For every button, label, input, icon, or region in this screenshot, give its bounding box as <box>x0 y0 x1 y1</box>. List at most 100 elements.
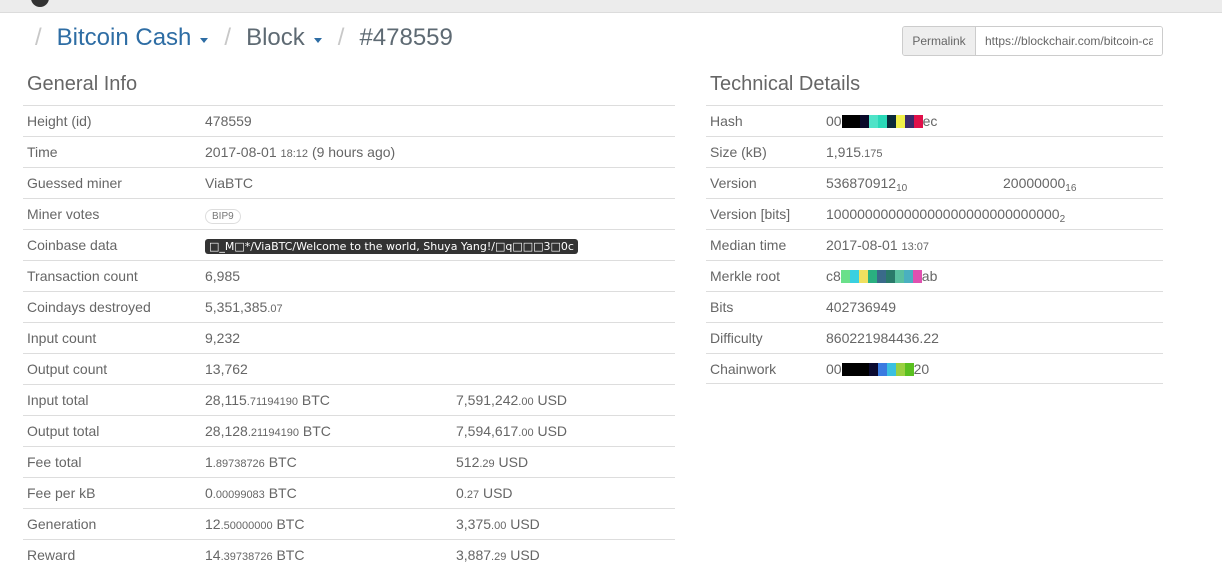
hash-color-block <box>868 362 878 376</box>
merkle-color-blocks <box>840 269 922 283</box>
hash-color-block <box>859 114 869 128</box>
hash-color-block <box>886 114 896 128</box>
row-label: Miner votes <box>27 206 100 222</box>
time-clock: 18:12 <box>280 148 309 160</box>
general-info-table: Height (id) 478559 Time 2017-08-01 18:12… <box>23 105 675 567</box>
usd-dec: .00 <box>518 396 534 408</box>
table-row: Fee per kB 0.00099083 BTC 0.27 USD <box>23 477 675 508</box>
btc-value: 28,128.21194190 BTC <box>205 423 331 439</box>
row-label: Coinbase data <box>27 237 118 253</box>
hash-color-block <box>850 114 860 128</box>
btc-int: 1 <box>205 454 213 470</box>
row-label: Median time <box>710 237 787 253</box>
hash-color-block <box>849 269 859 283</box>
hash-color-block <box>904 114 914 128</box>
table-row: Difficulty 860221984436.22 <box>706 322 1163 353</box>
version-bits-digits: 100000000000000000000000000000 <box>826 206 1060 222</box>
table-row: Guessed miner ViaBTC <box>23 167 675 198</box>
output-count-value: 13,762 <box>205 361 248 377</box>
permalink-group: Permalink <box>902 26 1163 56</box>
row-label: Output count <box>27 361 108 377</box>
table-row: Input total 28,115.71194190 BTC 7,591,24… <box>23 384 675 415</box>
table-row: Coinbase data □_M□*/ViaBTC/Welcome to th… <box>23 229 675 260</box>
table-row: Transaction count 6,985 <box>23 260 675 291</box>
coindays-int: 5,351,385 <box>205 299 268 315</box>
coindays-dec: .07 <box>267 303 283 315</box>
btc-dec: .21194190 <box>247 427 300 439</box>
breadcrumb-separator: / <box>337 24 345 51</box>
size-dec: .175 <box>861 148 883 160</box>
time-value: 2017-08-01 18:12 (9 hours ago) <box>205 144 395 160</box>
hash-color-block <box>912 269 922 283</box>
technical-details-heading: Technical Details <box>710 73 861 95</box>
hash-color-block <box>895 114 905 128</box>
row-label: Coindays destroyed <box>27 299 151 315</box>
usd-unit: USD <box>498 454 529 470</box>
row-label: Version <box>710 175 757 191</box>
hash-suffix: ec <box>922 113 938 129</box>
hash-color-block <box>913 114 923 128</box>
table-row: Version 53687091210 2000000016 <box>706 167 1163 198</box>
time-date: 2017-08-01 <box>205 144 277 160</box>
row-label: Height (id) <box>27 113 92 129</box>
coin-dropdown[interactable]: Bitcoin Cash <box>57 24 209 52</box>
btc-dec: .89738726 <box>212 458 265 470</box>
usd-value: 512.29 USD <box>456 454 528 470</box>
usd-int: 7,591,242 <box>456 392 519 408</box>
usd-int: 512 <box>456 454 480 470</box>
hash-color-block <box>877 114 887 128</box>
table-row: Generation 12.50000000 BTC 3,375.00 USD <box>23 508 675 539</box>
btc-dec: .71194190 <box>246 396 298 408</box>
version-decimal: 53687091210 <box>826 175 907 194</box>
usd-int: 0 <box>456 485 464 501</box>
chevron-down-icon <box>200 37 209 43</box>
usd-unit: USD <box>537 392 568 408</box>
btc-int: 28,115 <box>205 392 247 408</box>
chainwork-value[interactable]: 00 20 <box>826 361 929 377</box>
btc-int: 14 <box>205 547 221 563</box>
hash-color-block <box>841 114 851 128</box>
usd-dec: .27 <box>463 489 480 501</box>
merkle-value[interactable]: c8 ab <box>826 268 937 284</box>
row-label: Generation <box>27 516 97 532</box>
row-label: Difficulty <box>710 330 763 346</box>
miner-link[interactable]: ViaBTC <box>205 175 253 191</box>
hash-color-block <box>840 269 850 283</box>
row-label: Size (kB) <box>710 144 767 160</box>
chainwork-prefix: 00 <box>826 361 842 377</box>
version-hex-base: 16 <box>1065 183 1077 194</box>
general-info-heading: General Info <box>27 73 138 95</box>
type-dropdown[interactable]: Block <box>246 24 322 52</box>
breadcrumb: / Bitcoin Cash / Block / #478559 <box>35 22 453 54</box>
difficulty-value: 860221984436.22 <box>826 330 939 346</box>
table-row: Merkle root c8 ab <box>706 260 1163 291</box>
row-label: Time <box>27 144 58 160</box>
median-clock: 13:07 <box>901 241 930 253</box>
usd-value: 7,591,242.00 USD <box>456 392 567 408</box>
usd-dec: .29 <box>479 458 495 470</box>
hash-value[interactable]: 00 ec <box>826 113 937 129</box>
btc-unit: BTC <box>301 392 330 408</box>
logo-icon[interactable] <box>31 0 49 7</box>
btc-unit: BTC <box>268 454 297 470</box>
btc-int: 12 <box>205 516 221 532</box>
page-title: #478559 <box>359 24 453 51</box>
median-date: 2017-08-01 <box>826 237 898 253</box>
coinbase-badge: □_M□*/ViaBTC/Welcome to the world, Shuya… <box>205 239 578 254</box>
hash-color-block <box>895 362 905 376</box>
version-dec-value: 536870912 <box>826 175 897 191</box>
row-label: Chainwork <box>710 361 777 377</box>
version-dec-base: 10 <box>896 183 908 194</box>
btc-value: 1.89738726 BTC <box>205 454 297 470</box>
hash-prefix: 00 <box>826 113 842 129</box>
usd-value: 3,887.29 USD <box>456 547 540 563</box>
table-row: Coindays destroyed 5,351,385.07 <box>23 291 675 322</box>
hash-color-blocks <box>841 114 923 128</box>
table-row: Chainwork 00 20 <box>706 353 1163 384</box>
coin-label: Bitcoin Cash <box>56 24 192 51</box>
permalink-input[interactable] <box>976 27 1162 55</box>
time-ago: (9 hours ago) <box>311 144 396 160</box>
chainwork-color-blocks <box>841 362 914 376</box>
tx-count-value: 6,985 <box>205 268 241 284</box>
btc-value: 28,115.71194190 BTC <box>205 392 330 408</box>
